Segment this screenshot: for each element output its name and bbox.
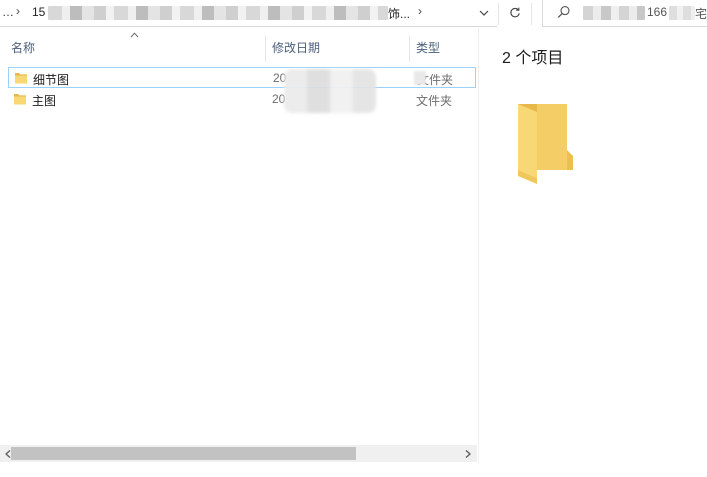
file-name[interactable]: 主图 [32,92,56,109]
column-header-name[interactable]: 名称 [11,34,261,62]
toolbar: … › 15 饰... › 166 宅 [0,0,707,28]
column-resize-handle[interactable] [265,36,266,62]
file-row[interactable]: 主图 20 文件夹 [8,89,476,110]
search-box[interactable]: 166 宅 [542,0,707,27]
breadcrumb-separator[interactable]: › [418,4,422,18]
address-bar[interactable]: … › 15 饰... › [0,0,497,27]
large-folder-icon [515,100,581,191]
refresh-icon[interactable] [505,3,525,23]
breadcrumb-path-start[interactable]: 15 [32,5,45,19]
address-overflow-button[interactable]: … [2,5,14,19]
folder-icon [14,71,28,85]
file-type: 文件夹 [416,94,453,108]
horizontal-scrollbar[interactable] [0,445,477,462]
breadcrumb-separator[interactable]: › [16,4,20,18]
folder-icon [13,92,27,106]
redacted-type [414,71,426,85]
redacted-path [48,6,388,20]
breadcrumb-path-end[interactable]: 饰... [388,5,410,22]
chevron-down-icon[interactable] [474,3,494,23]
column-header-type[interactable]: 类型 [416,34,476,62]
redacted-search-text [669,6,695,20]
pane-divider[interactable] [478,28,479,463]
column-header-row: 名称 修改日期 类型 [0,32,478,62]
column-header-date-modified[interactable]: 修改日期 [272,34,406,62]
search-icon[interactable] [557,5,571,22]
divider [498,3,499,25]
file-name[interactable]: 细节图 [33,71,69,88]
search-text-tail[interactable]: 宅 [695,5,707,22]
file-row[interactable]: 细节图 20 文件夹 [8,67,476,88]
column-resize-handle[interactable] [409,36,410,62]
redacted-dates [284,69,376,113]
divider [531,3,532,25]
search-text-fragment[interactable]: 166 [647,5,667,19]
scrollbar-thumb[interactable] [11,447,356,460]
redacted-search-text [583,6,645,20]
preview-item-count: 2 个项目 [502,50,564,67]
scroll-right-icon[interactable] [460,445,476,462]
